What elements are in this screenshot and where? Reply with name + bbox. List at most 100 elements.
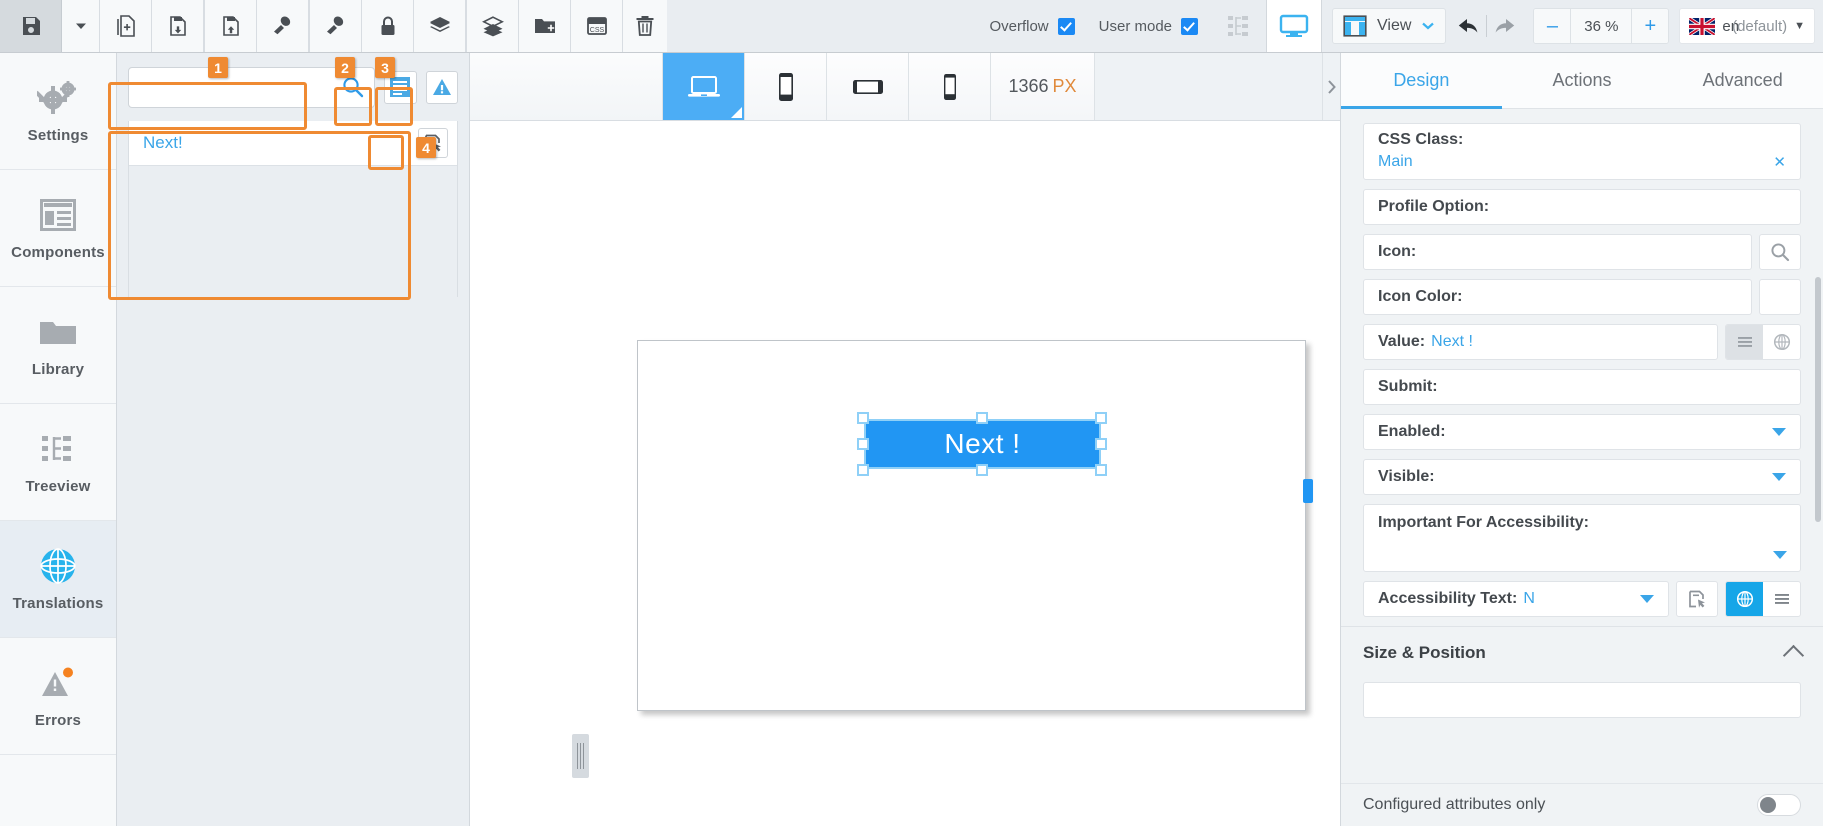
field-accessibility-text-value: N — [1523, 590, 1535, 607]
treeview-toggle-button[interactable] — [1210, 0, 1266, 52]
field-value-row: Value: Next ! — [1363, 324, 1801, 360]
device-phone-landscape-button[interactable] — [827, 53, 909, 120]
field-icon-color[interactable]: Icon Color: — [1363, 279, 1752, 315]
icon-color-swatch[interactable] — [1759, 279, 1801, 315]
language-selector[interactable]: en(default) ▼ — [1679, 8, 1815, 44]
section-size-and-position[interactable]: Size & Position — [1341, 626, 1823, 678]
panel-splitter[interactable] — [572, 734, 589, 778]
overflow-toggle[interactable]: Overflow — [977, 0, 1087, 52]
accessibility-text-button[interactable] — [1763, 582, 1800, 616]
lock-button[interactable] — [362, 0, 414, 52]
chevron-up-icon[interactable] — [1782, 644, 1805, 667]
chevron-down-icon[interactable] — [1772, 473, 1786, 481]
layers-up-button[interactable] — [467, 0, 519, 52]
field-profile-option-label: Profile Option: — [1378, 198, 1490, 215]
field-visible[interactable]: Visible: — [1363, 459, 1801, 495]
user-mode-checkbox[interactable] — [1181, 17, 1198, 35]
export-button[interactable] — [205, 0, 257, 52]
resize-handle-w[interactable] — [857, 438, 869, 450]
redo-paint-button[interactable] — [310, 0, 362, 52]
value-mode-text-button[interactable] — [1726, 325, 1763, 359]
device-phone-small-button[interactable] — [909, 53, 991, 120]
frame-resize-handle-right[interactable] — [1303, 479, 1313, 503]
tab-actions[interactable]: Actions — [1502, 53, 1663, 108]
accessibility-translation-button[interactable] — [1726, 582, 1763, 616]
delete-button[interactable] — [623, 0, 667, 52]
field-accessibility-text[interactable]: Accessibility Text: N — [1363, 581, 1669, 617]
device-width-value[interactable]: 1366 PX — [991, 53, 1095, 120]
search-input[interactable] — [139, 77, 342, 97]
value-mode-translation-button[interactable] — [1763, 325, 1800, 359]
resize-handle-sw[interactable] — [857, 464, 869, 476]
device-phone-portrait-button[interactable] — [745, 53, 827, 120]
user-mode-toggle[interactable]: User mode — [1086, 0, 1210, 52]
sidebar-item-components[interactable]: Components — [0, 170, 116, 287]
overflow-checkbox[interactable] — [1057, 17, 1075, 35]
globe-icon — [39, 546, 77, 586]
zoom-out-button[interactable]: – — [1534, 9, 1571, 43]
list-item[interactable]: Next! — [129, 121, 457, 166]
chevron-down-icon[interactable] — [1640, 595, 1654, 603]
chevron-down-icon[interactable] — [1772, 428, 1786, 436]
sidebar-item-settings[interactable]: Settings — [0, 53, 116, 170]
preview-monitor-button[interactable] — [1266, 0, 1322, 52]
main-toolbar: CSS Overflow User mode View – 36 % + en(… — [0, 0, 1823, 53]
folder-icon — [38, 312, 78, 352]
device-desktop-button[interactable] — [663, 53, 745, 120]
css-button[interactable]: CSS — [571, 0, 623, 52]
view-label: View — [1377, 17, 1412, 34]
redo-button[interactable] — [1487, 8, 1521, 44]
resize-handle-e[interactable] — [1095, 438, 1107, 450]
undo-paint-button[interactable] — [257, 0, 309, 52]
save-icon — [19, 14, 43, 38]
field-icon-label: Icon: — [1378, 243, 1417, 260]
warning-filter-button[interactable] — [425, 70, 458, 104]
accessibility-assign-button[interactable] — [1676, 581, 1718, 617]
resize-handle-se[interactable] — [1095, 464, 1107, 476]
configured-attributes-toggle[interactable] — [1757, 794, 1801, 816]
sidebar-item-errors[interactable]: Errors — [0, 638, 116, 755]
field-submit[interactable]: Submit: — [1363, 369, 1801, 405]
resize-handle-ne[interactable] — [1095, 412, 1107, 424]
zoom-in-button[interactable]: + — [1632, 9, 1669, 43]
field-submit-label: Submit: — [1378, 378, 1438, 395]
close-icon[interactable]: ✕ — [1773, 153, 1786, 171]
zoom-level[interactable]: 36 % — [1570, 9, 1633, 43]
field-icon[interactable]: Icon: — [1363, 234, 1752, 270]
view-selector[interactable]: View — [1332, 8, 1447, 44]
selected-button-next[interactable]: Next ! — [864, 419, 1101, 469]
field-enabled[interactable]: Enabled: — [1363, 414, 1801, 450]
import-button[interactable] — [152, 0, 204, 52]
icon-picker-button[interactable] — [1759, 234, 1801, 270]
save-dropdown-button[interactable] — [62, 0, 100, 52]
layers-down-button[interactable] — [414, 0, 466, 52]
new-folder-button[interactable] — [519, 0, 571, 52]
toolbar-spacer — [667, 0, 978, 52]
sidebar-item-translations[interactable]: Translations — [0, 521, 116, 638]
splitter-line — [580, 743, 581, 769]
field-css-class[interactable]: CSS Class: Main ✕ — [1363, 123, 1801, 180]
tab-advanced[interactable]: Advanced — [1662, 53, 1823, 108]
field-accessibility-text-row: Accessibility Text: N — [1363, 581, 1801, 617]
chevron-down-icon[interactable] — [1773, 551, 1787, 559]
tab-design[interactable]: Design — [1341, 53, 1502, 109]
resize-handle-s[interactable] — [976, 464, 988, 476]
undo-button[interactable] — [1452, 8, 1486, 44]
field-value[interactable]: Value: Next ! — [1363, 324, 1718, 360]
save-button[interactable] — [0, 0, 62, 52]
properties-scrollbar[interactable] — [1815, 277, 1821, 522]
panel-collapse-button[interactable] — [1322, 53, 1340, 120]
field-important-for-accessibility[interactable]: Important For Accessibility: — [1363, 504, 1801, 572]
resize-handle-nw[interactable] — [857, 412, 869, 424]
search-icon[interactable] — [342, 76, 364, 98]
field-profile-option[interactable]: Profile Option: — [1363, 189, 1801, 225]
size-position-first-field[interactable] — [1363, 682, 1801, 718]
sidebar-item-library[interactable]: Library — [0, 287, 116, 404]
phone-small-icon — [940, 73, 960, 101]
resize-handle-n[interactable] — [976, 412, 988, 424]
sidebar-item-treeview[interactable]: Treeview — [0, 404, 116, 521]
page-preview-frame[interactable]: Next ! — [572, 340, 1313, 778]
new-page-button[interactable] — [100, 0, 152, 52]
translations-list-body — [129, 166, 457, 297]
design-canvas[interactable]: Next ! — [470, 121, 1340, 826]
